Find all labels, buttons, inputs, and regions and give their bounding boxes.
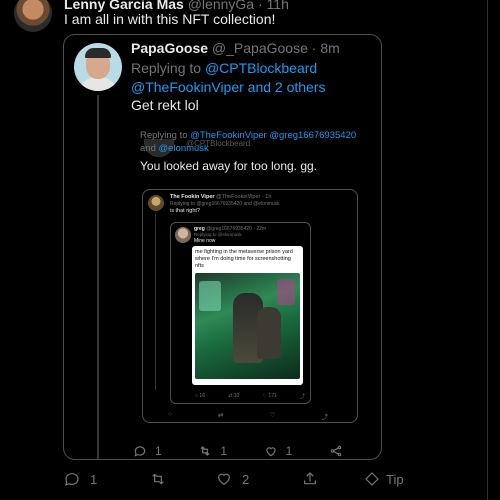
like-icon[interactable]: ♡ 171	[263, 393, 277, 400]
retweet-action[interactable]: 1	[198, 444, 227, 458]
share-icon	[330, 445, 342, 457]
thread-line	[97, 95, 99, 459]
quoted-author-avatar[interactable]	[74, 43, 122, 91]
share-icon[interactable]: ⤴	[322, 411, 329, 421]
deep-tweet-text: Mine now	[194, 238, 216, 244]
mention-link[interactable]: @TheFookinViper and 2 others	[131, 79, 326, 95]
like-button[interactable]: 2	[216, 471, 302, 487]
meme-image-card[interactable]: me fighting in the metaverse prison yard…	[192, 246, 303, 385]
like-icon[interactable]: ♡	[270, 411, 276, 421]
replying-prefix: Replying to	[131, 60, 202, 76]
reply-icon[interactable]: ○	[168, 411, 172, 421]
column-divider	[487, 0, 488, 500]
nested-quoted-card[interactable]: The Fookin Viper @TheFookinViper · 1h Re…	[142, 189, 358, 423]
retweet-icon	[152, 473, 164, 485]
replying-to: Replying to @CPTBlockbeard @TheFookinVip…	[131, 59, 371, 97]
mention-link[interactable]: @CPTBlockbeard	[205, 60, 317, 76]
reply-icon[interactable]: ○ 16	[195, 393, 205, 400]
nested-tweet-text: is that right?	[170, 208, 200, 214]
like-icon	[218, 473, 230, 486]
separator-dot: ·	[311, 40, 317, 56]
share-icon	[304, 472, 316, 485]
share-button[interactable]	[302, 471, 364, 487]
like-action[interactable]: 1	[264, 444, 293, 458]
tip-button[interactable]: Tip	[364, 471, 404, 487]
share-action[interactable]	[329, 444, 343, 458]
tweet-actions: 1 2 Tip	[64, 470, 424, 488]
replying-prefix: Replying to	[140, 130, 188, 141]
mention-link[interactable]: @TheFookinViper	[190, 130, 267, 141]
nested-author-avatar[interactable]	[148, 195, 164, 211]
retweet-count: 10	[233, 393, 240, 399]
quoted-tweet-text: Get rekt lol	[131, 97, 199, 113]
deep-replying-to: Replying to @elonmusk	[194, 232, 242, 237]
deep-tweet-actions: ○ 16 ⇄ 10 ♡ 171 ⤴	[195, 393, 305, 400]
quoted-tweet-actions: 1 1 1	[133, 444, 343, 458]
nested-quoted-actions: ○ ⇄ ♡ ⤴	[168, 411, 328, 421]
replying-and: and	[140, 143, 156, 154]
meme-photo	[195, 273, 300, 379]
mention-link[interactable]: @greg16676935420	[269, 130, 356, 141]
meme-caption: me fighting in the metaverse prison yard…	[195, 249, 293, 269]
tip-label: Tip	[386, 471, 404, 487]
reply-button[interactable]: 1	[64, 471, 150, 487]
deep-quoted-card[interactable]: greg @greg16676935420 · 22m Replying to …	[170, 222, 311, 404]
quoted-author-handle[interactable]: @_PapaGoose	[212, 40, 308, 56]
nested-author-header: The Fookin Viper @TheFookinViper · 1h	[170, 194, 271, 200]
retweet-count: 1	[220, 444, 228, 458]
retweet-icon	[200, 446, 210, 456]
separator-dot: ·	[253, 226, 255, 232]
quoted-author-name[interactable]: PapaGoose	[131, 40, 208, 56]
reply-icon	[65, 473, 79, 487]
reply-action[interactable]: 1	[133, 444, 162, 458]
quoted-time[interactable]: 8m	[320, 40, 339, 56]
retweet-button[interactable]	[150, 471, 216, 487]
retweet-icon[interactable]: ⇄ 10	[228, 393, 239, 400]
nested-author-name[interactable]: The Fookin Viper	[170, 194, 215, 200]
nested-replying-to: Replying to @TheFookinViper @greg1667693…	[140, 129, 372, 155]
author-avatar[interactable]	[14, 0, 52, 32]
reply-icon	[134, 446, 146, 457]
reply-count: 1	[90, 471, 98, 487]
retweet-icon[interactable]: ⇄	[218, 411, 223, 421]
reply-count: 16	[199, 393, 205, 399]
share-icon[interactable]: ⤴	[300, 393, 305, 400]
nested-replying-to: Replying to @greg16676935420 and @elonmu…	[170, 201, 280, 207]
separator-dot: ·	[261, 194, 264, 200]
like-count: 1	[285, 444, 293, 458]
mention-link[interactable]: @elonmusk	[159, 143, 209, 154]
tip-icon	[365, 472, 379, 486]
nested-time[interactable]: 1h	[265, 194, 271, 200]
like-count: 2	[242, 471, 250, 487]
like-count: 171	[268, 393, 277, 399]
tweet-text: I am all in with this NFT collection!	[64, 11, 276, 27]
like-icon	[265, 447, 276, 457]
nested-author-handle[interactable]: @TheFookinViper	[216, 194, 260, 200]
quoted-author-header: PapaGoose @_PapaGoose · 8m	[131, 40, 340, 56]
nested-tweet-text: You looked away for too long. gg.	[140, 159, 318, 173]
thread-line	[155, 214, 156, 390]
deep-author-avatar[interactable]	[175, 227, 191, 243]
reply-count: 1	[155, 444, 162, 458]
quoted-tweet-card[interactable]: PapaGoose @_PapaGoose · 8m Replying to @…	[63, 34, 382, 460]
deep-time[interactable]: 22m	[256, 226, 266, 232]
